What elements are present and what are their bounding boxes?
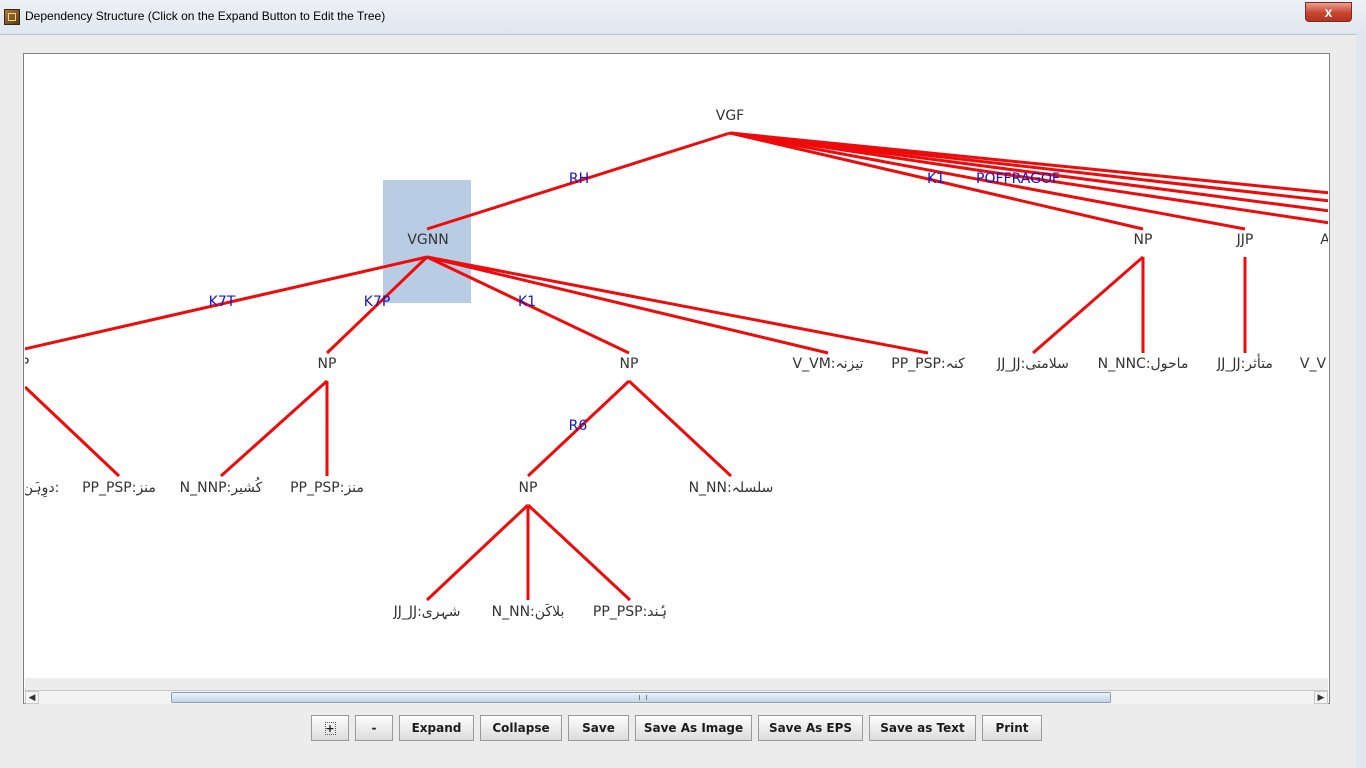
expand-button[interactable]: Expand [399, 715, 474, 741]
scrollbar-thumb[interactable] [171, 692, 1111, 703]
tree-panel: VGF VGNN NP JJP A P NP NP V_VM:تیزنہ PP_… [23, 53, 1330, 704]
canvas-footer [25, 678, 1328, 690]
save-as-text-button[interactable]: Save as Text [869, 715, 976, 741]
leaf-pp-psp-2[interactable]: PP_PSP:منز [290, 480, 364, 496]
leaf-pp-psp-hund[interactable]: PP_PSP:ہُند [593, 604, 667, 620]
edge-label-k7p: K7P [363, 294, 391, 310]
edge-label-rh: RH [568, 171, 590, 187]
scroll-right-arrow-icon[interactable]: ▶ [1314, 691, 1328, 704]
zoom-in-button[interactable]: + [311, 715, 349, 741]
edge-vgnn-v-vm [426, 255, 829, 355]
node-jjp[interactable]: JJP [1237, 232, 1254, 248]
node-cut-a[interactable]: A [1320, 232, 1328, 248]
edge-label-r6: R6 [568, 418, 588, 434]
edge-label-k1-top: K1 [926, 171, 946, 187]
app-icon [4, 9, 20, 25]
scroll-left-arrow-icon[interactable]: ◀ [25, 691, 39, 704]
node-np-k7p[interactable]: NP [318, 356, 337, 372]
leaf-v-vm[interactable]: V_VM:تیزنہ [793, 356, 864, 372]
leaf-jj-shahri[interactable]: JJ_JJ:شہری [394, 604, 461, 620]
node-cut-p[interactable]: P [25, 356, 29, 372]
edge-vgnn-pp-psp [426, 255, 929, 355]
node-np-right[interactable]: NP [1134, 232, 1153, 248]
window-border [1356, 34, 1366, 768]
edge-np-inner-pp-psp [526, 503, 632, 602]
leaf-pp-psp-top[interactable]: PP_PSP:کنہ [891, 356, 964, 372]
edge-label-poffragof: POFFRAGOF [976, 171, 1060, 187]
edge-np-inner-jj [425, 503, 530, 602]
edge-np-right-jj [1032, 255, 1144, 355]
leaf-n-nn-silsilah[interactable]: N_NN:سلسلہ [689, 480, 774, 496]
save-button[interactable]: Save [568, 715, 629, 741]
grip-icon [639, 695, 647, 700]
horizontal-scrollbar[interactable]: ◀ ▶ [25, 690, 1328, 704]
leaf-pp-psp-1[interactable]: PP_PSP:منز [82, 480, 156, 496]
zoom-out-button[interactable]: - [355, 715, 393, 741]
tree-canvas: VGF VGNN NP JJP A P NP NP V_VM:تیزنہ PP_… [25, 55, 1328, 678]
node-np-inner[interactable]: NP [519, 480, 538, 496]
edge-np-k7p-n-nnp [219, 379, 329, 478]
print-button[interactable]: Print [982, 715, 1042, 741]
save-as-image-button[interactable]: Save As Image [635, 715, 752, 741]
leaf-jj-salamti[interactable]: JJ_JJ:سلامتی [997, 356, 1069, 372]
leaf-cut-duwan[interactable]: دوِہَن: [25, 480, 59, 496]
node-vgnn[interactable]: VGNN [407, 232, 448, 248]
edge-cut-p-pp-psp [25, 385, 121, 478]
edge-np-k1-n-nn [627, 379, 733, 478]
leaf-n-nnc-mahol[interactable]: N_NNC:ماحول [1098, 356, 1189, 372]
leaf-v-v-cut[interactable]: V_V [1300, 356, 1326, 372]
edge-label-k7t: K7T [208, 294, 236, 310]
edge-label-k1-mid: K1 [517, 294, 537, 310]
node-vgf[interactable]: VGF [716, 108, 744, 124]
save-as-eps-button[interactable]: Save As EPS [758, 715, 863, 741]
leaf-jj-mutasir[interactable]: JJ_JJ:متأثر [1217, 356, 1273, 372]
collapse-button[interactable]: Collapse [480, 715, 562, 741]
plus-icon: + [324, 721, 336, 735]
leaf-n-nn-balakan[interactable]: N_NN:بلاکَن [492, 604, 565, 620]
title-bar: Dependency Structure (Click on the Expan… [0, 0, 1366, 35]
button-bar: + - Expand Collapse Save Save As Image S… [311, 715, 1042, 741]
leaf-n-nnp-kashir[interactable]: N_NNP:کُشیر [180, 480, 263, 496]
close-button[interactable]: x [1305, 2, 1352, 22]
window-title: Dependency Structure (Click on the Expan… [25, 9, 386, 23]
node-np-k1[interactable]: NP [620, 356, 639, 372]
